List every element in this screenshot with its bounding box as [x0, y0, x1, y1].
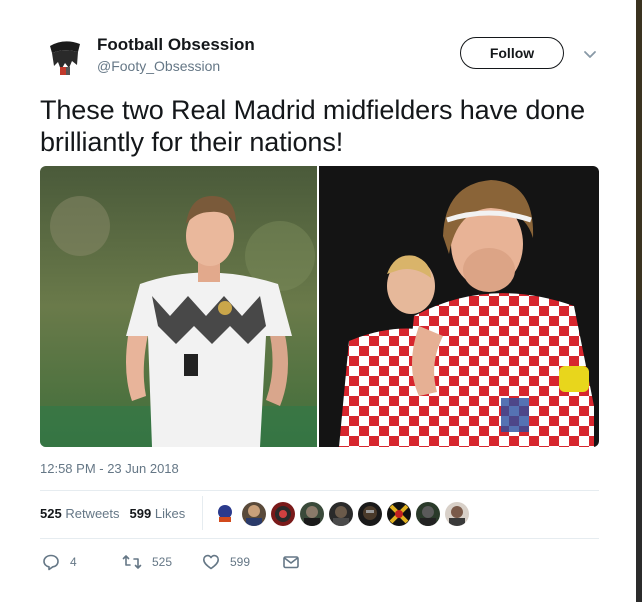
tweet-text: These two Real Madrid midfielders have d…: [40, 95, 585, 157]
liker-avatars: [213, 502, 473, 526]
liker-avatar[interactable]: [387, 502, 411, 526]
direct-message-action[interactable]: [282, 553, 300, 571]
avatar[interactable]: [40, 32, 88, 80]
reply-count: 4: [70, 555, 77, 569]
like-count: 599: [230, 555, 251, 569]
tweet-media[interactable]: [40, 166, 599, 447]
heart-icon[interactable]: [202, 553, 220, 571]
liker-avatar[interactable]: [242, 502, 266, 526]
retweets-stat[interactable]: 525 Retweets: [40, 506, 120, 521]
liker-avatar[interactable]: [213, 502, 237, 526]
retweet-count: 525: [152, 555, 173, 569]
retweet-icon[interactable]: [122, 553, 142, 571]
background-edge: [636, 0, 642, 602]
liker-avatar[interactable]: [445, 502, 469, 526]
retweet-action[interactable]: 525: [122, 553, 172, 571]
envelope-icon[interactable]: [282, 553, 300, 571]
likes-label: Likes: [154, 506, 186, 521]
like-action[interactable]: 599: [202, 553, 250, 571]
tweet-card: Football Obsession @Footy_Obsession Foll…: [0, 0, 636, 602]
retweets-label: Retweets: [65, 506, 120, 521]
divider: [40, 538, 599, 539]
display-name[interactable]: Football Obsession: [97, 35, 255, 55]
engagement-stats: 525 Retweets 599 Likes: [40, 506, 185, 521]
chevron-down-icon[interactable]: [582, 46, 598, 62]
retweets-count: 525: [40, 506, 62, 521]
liker-avatar[interactable]: [416, 502, 440, 526]
liker-avatar[interactable]: [358, 502, 382, 526]
stats-separator: [202, 496, 203, 530]
follow-button[interactable]: Follow: [460, 37, 564, 69]
likes-count: 599: [129, 506, 152, 521]
likes-stat[interactable]: 599 Likes: [130, 506, 186, 521]
photo-croatia-player[interactable]: [319, 166, 599, 447]
divider: [40, 490, 599, 491]
tweet-timestamp[interactable]: 12:58 PM - 23 Jun 2018: [40, 461, 179, 476]
liker-avatar[interactable]: [271, 502, 295, 526]
reply-action[interactable]: 4: [42, 553, 77, 571]
liker-avatar[interactable]: [300, 502, 324, 526]
reply-icon[interactable]: [42, 553, 60, 571]
handle[interactable]: @Footy_Obsession: [97, 58, 220, 74]
liker-avatar[interactable]: [329, 502, 353, 526]
photo-germany-player[interactable]: [40, 166, 317, 447]
